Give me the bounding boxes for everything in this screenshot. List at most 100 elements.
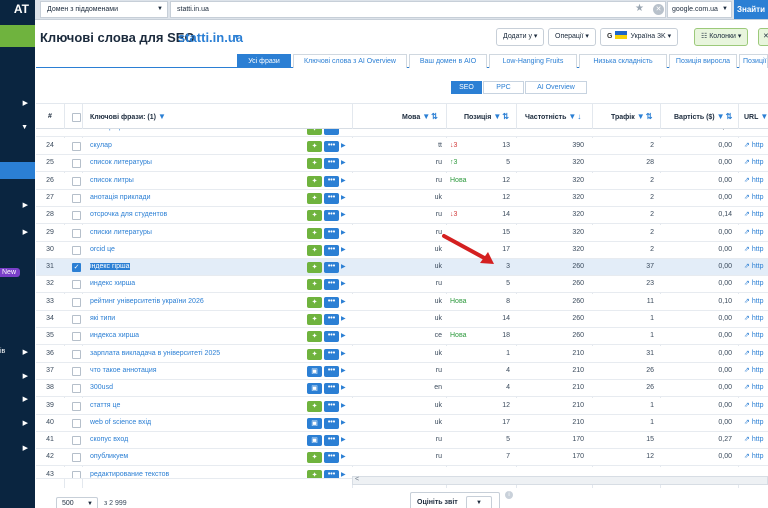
- expand-arrow-icon[interactable]: ▶: [341, 190, 346, 206]
- row-checkbox[interactable]: [72, 453, 81, 463]
- url-link[interactable]: ⇗ http: [744, 415, 764, 432]
- table-row[interactable]: 27 анотація приклади ✦ ••• ▶ uk 12 320 2 0,00 ⇗ ht…: [36, 189, 768, 207]
- url-link[interactable]: ⇗ http: [744, 207, 764, 224]
- more-actions-icon[interactable]: •••: [324, 192, 339, 204]
- subtab-ai-overview[interactable]: AI Overview: [525, 81, 587, 94]
- more-actions-icon[interactable]: •••: [324, 262, 339, 274]
- row-checkbox[interactable]: [72, 280, 81, 290]
- serp-feature-icon[interactable]: ✦: [307, 210, 322, 222]
- more-actions-icon[interactable]: •••: [324, 435, 339, 447]
- chevron-left-icon[interactable]: <: [355, 476, 359, 483]
- expand-arrow-icon[interactable]: ▶: [341, 207, 346, 223]
- select-all-checkbox[interactable]: [72, 113, 81, 122]
- more-actions-icon[interactable]: •••: [324, 244, 339, 256]
- filter-icon[interactable]: ▼: [760, 112, 768, 121]
- serp-feature-icon[interactable]: ✦: [307, 192, 322, 204]
- row-checkbox[interactable]: [72, 418, 81, 428]
- add-to-button[interactable]: Додати у ▾: [496, 28, 545, 46]
- column-header-traffic[interactable]: Трафік ▼⇅: [611, 104, 652, 130]
- row-checkbox[interactable]: [72, 176, 81, 186]
- serp-feature-icon[interactable]: ✦: [307, 348, 322, 360]
- expand-arrow-icon[interactable]: ▶: [341, 173, 346, 189]
- chevron-right-icon[interactable]: ▶: [23, 201, 28, 209]
- tab-position-grew[interactable]: Позиція виросла: [669, 54, 737, 68]
- find-button[interactable]: Знайти: [734, 0, 768, 19]
- tab-low-difficulty[interactable]: Низька складність: [579, 54, 667, 68]
- row-checkbox[interactable]: [72, 349, 81, 359]
- scope-select[interactable]: Домен з піддоменами ▼: [40, 1, 168, 18]
- more-actions-icon[interactable]: •••: [324, 383, 339, 395]
- row-checkbox[interactable]: [72, 470, 81, 478]
- info-icon[interactable]: i: [505, 491, 513, 499]
- tab-ai-overview-keywords[interactable]: Ключові слова з AI Overview: [293, 54, 407, 68]
- serp-feature-icon[interactable]: ✦: [307, 296, 322, 308]
- chevron-down-icon[interactable]: ▼: [233, 34, 240, 41]
- expand-arrow-icon[interactable]: ▶: [341, 155, 346, 171]
- subtab-ppc[interactable]: PPC: [483, 81, 524, 94]
- row-checkbox[interactable]: [72, 366, 81, 376]
- row-checkbox[interactable]: [72, 211, 81, 221]
- chevron-right-icon[interactable]: ▶: [23, 99, 28, 107]
- more-actions-icon[interactable]: •••: [324, 469, 339, 478]
- keyword-link[interactable]: отсрочка для студентов: [90, 207, 167, 224]
- sort-desc-icon[interactable]: ↓: [577, 112, 581, 121]
- chevron-right-icon[interactable]: ▶: [23, 419, 28, 427]
- url-link[interactable]: ⇗ http: [744, 259, 764, 276]
- table-row[interactable]: 35 индекса хирша ✦ ••• ▶ ce Нова 18 260 1 0,00 ⇗ ht…: [36, 328, 768, 346]
- filter-icon[interactable]: ▼: [493, 112, 501, 121]
- sidebar-active-section[interactable]: [0, 25, 35, 47]
- expand-arrow-icon[interactable]: ▶: [341, 449, 346, 465]
- operations-button[interactable]: Операції ▾: [548, 28, 596, 46]
- keyword-link[interactable]: индекс хирша: [90, 276, 135, 293]
- sidebar-item-selected[interactable]: [0, 162, 35, 179]
- keyword-link[interactable]: индекса хирша: [90, 328, 139, 345]
- table-row[interactable]: 32 индекс хирша ✦ ••• ▶ ru 5 260 23 0,00 ⇗ http: [36, 276, 768, 294]
- table-row[interactable]: 38 300usd ▣ ••• ▶ en 4 210 26 0,00 ⇗ http: [36, 380, 768, 398]
- keyword-link[interactable]: списки литературы: [90, 225, 152, 242]
- serp-feature-icon[interactable]: ✦: [307, 331, 322, 343]
- keyword-link[interactable]: список литры: [90, 173, 134, 190]
- url-link[interactable]: ⇗ http: [744, 311, 764, 328]
- serp-feature-icon[interactable]: ✦: [307, 279, 322, 291]
- more-actions-icon[interactable]: •••: [324, 141, 339, 152]
- more-actions-icon[interactable]: •••: [324, 400, 339, 412]
- keyword-link[interactable]: опубликуем: [90, 449, 128, 466]
- more-actions-icon[interactable]: •••: [324, 210, 339, 222]
- row-checkbox[interactable]: [72, 193, 81, 203]
- serp-feature-icon[interactable]: ▣: [307, 435, 322, 447]
- table-row[interactable]: 37 что такое аннотация ▣ ••• ▶ ru 4 210 26 0,00 ⇗ …: [36, 362, 768, 380]
- sort-icon[interactable]: ⇅: [502, 112, 509, 121]
- url-link[interactable]: ⇗ http: [744, 432, 764, 449]
- column-header-cost[interactable]: Вартість ($) ▼⇅: [674, 104, 732, 130]
- serp-feature-icon[interactable]: ▣: [307, 417, 322, 429]
- chevron-right-icon[interactable]: ▶: [23, 444, 28, 452]
- filter-icon[interactable]: ▼: [637, 112, 645, 121]
- serp-feature-icon[interactable]: ✦: [307, 175, 322, 187]
- row-checkbox[interactable]: [72, 384, 81, 394]
- table-row[interactable]: 41 скопус вход ▣ ••• ▶ ru 5 170 15 0,27 ⇗ http: [36, 432, 768, 450]
- subtab-seo[interactable]: SEO: [451, 81, 482, 94]
- serp-feature-icon[interactable]: ✦: [307, 469, 322, 478]
- rate-report-select[interactable]: ▼: [466, 496, 492, 508]
- row-checkbox[interactable]: [72, 315, 81, 324]
- expand-arrow-icon[interactable]: ▶: [341, 294, 346, 310]
- url-link[interactable]: ⇗ http: [744, 173, 764, 190]
- serp-feature-icon[interactable]: ▣: [307, 365, 322, 377]
- expand-arrow-icon[interactable]: ▶: [341, 242, 346, 258]
- table-row[interactable]: 23 монографія это ✦ ••• ru 3 390 35 0,00: [36, 129, 768, 137]
- keyword-link[interactable]: індекс гірша: [90, 259, 130, 276]
- chevron-right-icon[interactable]: ▶: [23, 372, 28, 380]
- url-link[interactable]: ⇗ http: [744, 398, 764, 415]
- chevron-down-icon[interactable]: ▼: [21, 124, 28, 131]
- search-engine-select[interactable]: google.com.ua ▼: [667, 1, 732, 18]
- row-checkbox[interactable]: ✓: [72, 263, 81, 273]
- keyword-link[interactable]: скулар: [90, 138, 112, 155]
- column-header-language[interactable]: Мова ▼⇅: [402, 104, 438, 130]
- expand-arrow-icon[interactable]: ▶: [341, 415, 346, 431]
- expand-arrow-icon[interactable]: ▶: [341, 346, 346, 362]
- serp-feature-icon[interactable]: ✦: [307, 452, 322, 464]
- keyword-link[interactable]: редактирование текстов: [90, 467, 169, 478]
- domain-input[interactable]: statti.in.ua: [170, 1, 666, 18]
- url-link[interactable]: ⇗ http: [744, 138, 764, 155]
- app-logo[interactable]: AT: [0, 0, 35, 20]
